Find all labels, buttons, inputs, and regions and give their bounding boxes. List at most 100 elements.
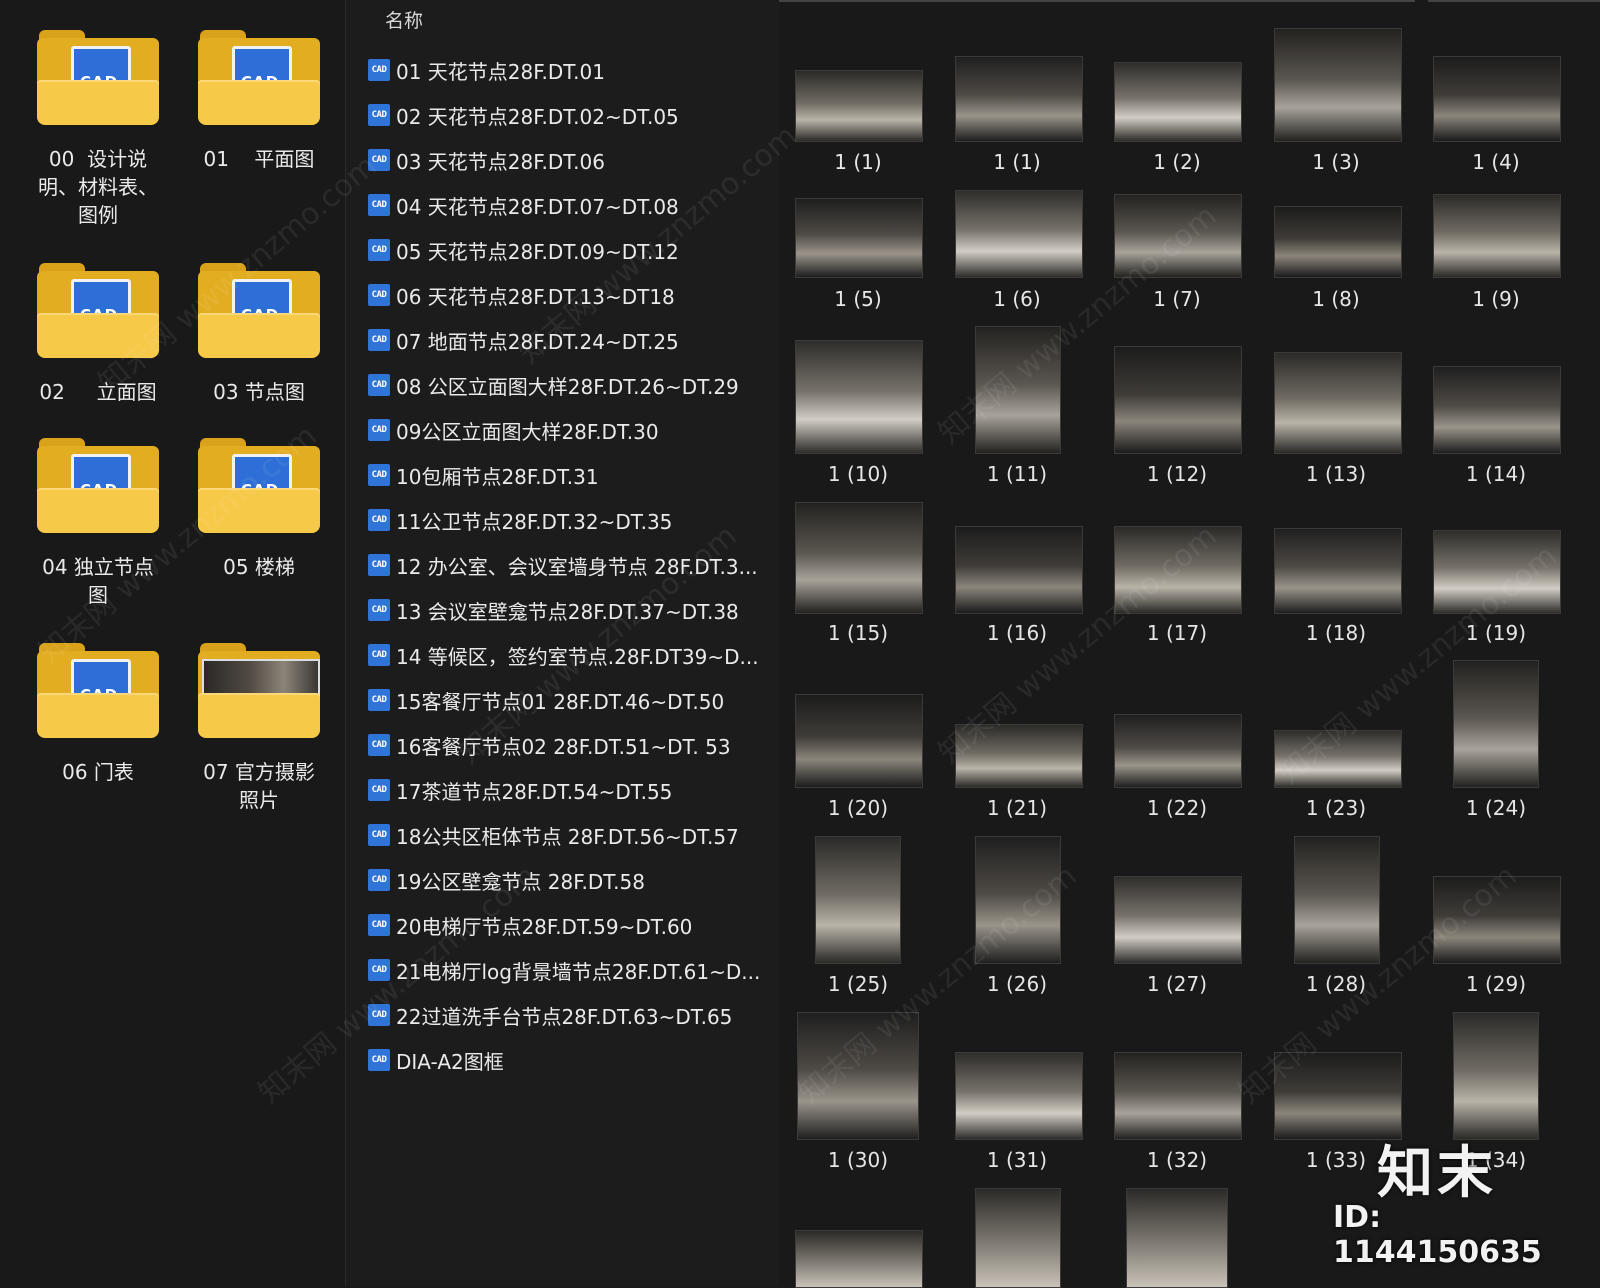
- file-row[interactable]: CAD 15客餐厅节点01 28F.DT.46~DT.50: [368, 680, 773, 720]
- cad-file-icon: CAD: [368, 689, 390, 711]
- file-row[interactable]: CAD 07 地面节点28F.DT.24~DT.25: [368, 320, 773, 360]
- folder-label: 07 官方摄影 照片: [203, 760, 315, 812]
- file-row[interactable]: CAD 06 天花节点28F.DT.13~DT18: [368, 275, 773, 315]
- folder-item[interactable]: CAD 00 设计说 明、材料表、 图例: [23, 30, 173, 229]
- interior-render-image: [795, 70, 923, 142]
- folder-item[interactable]: CAD 01 平面图: [184, 30, 334, 173]
- folder-item[interactable]: 07 官方摄影 照片: [184, 643, 334, 814]
- file-row[interactable]: CAD 20电梯厅节点28F.DT.59~DT.60: [368, 905, 773, 945]
- file-row[interactable]: CAD 13 会议室壁龛节点28F.DT.37~DT.38: [368, 590, 773, 630]
- thumbnail-label: 1 (21): [986, 796, 1048, 820]
- cad-badge-text: CAD: [371, 515, 387, 525]
- cad-file-icon: CAD: [368, 644, 390, 666]
- cad-badge-text: CAD: [371, 875, 387, 885]
- interior-render-image: [1114, 714, 1242, 788]
- cad-badge-text: CAD: [371, 650, 387, 660]
- file-row[interactable]: CAD 09公区立面图大样28F.DT.30: [368, 410, 773, 450]
- thumbnail-label: 1 (10): [827, 462, 889, 486]
- file-row[interactable]: CAD 18公共区柜体节点 28F.DT.56~DT.57: [368, 815, 773, 855]
- file-name: 16客餐厅节点02 28F.DT.51~DT. 53: [396, 734, 731, 759]
- folder-item[interactable]: CAD 05 楼梯: [184, 438, 334, 581]
- thumbnail-label: 1 (5): [834, 287, 882, 311]
- interior-render-image: [795, 694, 923, 788]
- divider: [779, 0, 1415, 2]
- file-row[interactable]: CAD 10包厢节点28F.DT.31: [368, 455, 773, 495]
- file-name: 06 天花节点28F.DT.13~DT18: [396, 284, 675, 309]
- image-id-label: ID: 1144150635: [1333, 1200, 1542, 1270]
- file-name: DIA-A2图框: [396, 1049, 504, 1074]
- cad-badge-text: CAD: [371, 965, 387, 975]
- interior-render-image: [797, 1012, 919, 1140]
- column-header-name[interactable]: 名称: [385, 6, 423, 33]
- thumbnail-label: 1 (32): [1146, 1148, 1208, 1172]
- thumbnail-label: 1 (31): [986, 1148, 1048, 1172]
- file-row[interactable]: CAD 11公卫节点28F.DT.32~DT.35: [368, 500, 773, 540]
- interior-render-image[interactable]: [975, 1188, 1061, 1288]
- file-row[interactable]: CAD DIA-A2图框: [368, 1040, 773, 1080]
- cad-file-icon: CAD: [368, 869, 390, 891]
- file-name: 13 会议室壁龛节点28F.DT.37~DT.38: [396, 599, 739, 624]
- interior-render-image[interactable]: [1126, 1188, 1228, 1288]
- cad-file-icon: CAD: [368, 194, 390, 216]
- folder-item[interactable]: CAD 03 节点图: [184, 263, 334, 406]
- cad-file-icon: CAD: [368, 59, 390, 81]
- thumbnail-label: 1 (2): [1153, 150, 1201, 174]
- interior-render-image: [1274, 28, 1402, 142]
- cad-badge-text: CAD: [371, 335, 387, 345]
- thumbnail-label: 1 (29): [1465, 972, 1527, 996]
- interior-render-image: [815, 836, 901, 964]
- file-row[interactable]: CAD 08 公区立面图大样28F.DT.26~DT.29: [368, 365, 773, 405]
- file-row[interactable]: CAD 03 天花节点28F.DT.06: [368, 140, 773, 180]
- interior-render-image[interactable]: [795, 1230, 923, 1288]
- cad-file-icon: CAD: [368, 914, 390, 936]
- interior-render-image: [955, 724, 1083, 788]
- thumbnail-label: 1 (25): [827, 972, 889, 996]
- folder-label: 03 节点图: [213, 380, 305, 404]
- interior-render-image: [1433, 530, 1561, 614]
- interior-render-image: [1294, 836, 1380, 964]
- file-name: 04 天花节点28F.DT.07~DT.08: [396, 194, 679, 219]
- thumbnail-label: 1 (24): [1465, 796, 1527, 820]
- thumbnail-label: 1 (19): [1465, 621, 1527, 645]
- file-row[interactable]: CAD 16客餐厅节点02 28F.DT.51~DT. 53: [368, 725, 773, 765]
- file-name: 02 天花节点28F.DT.02~DT.05: [396, 104, 679, 129]
- interior-render-image: [795, 340, 923, 454]
- thumbnail-label: 1 (8): [1312, 287, 1360, 311]
- file-row[interactable]: CAD 01 天花节点28F.DT.01: [368, 50, 773, 90]
- interior-render-image: [1433, 366, 1561, 454]
- file-row[interactable]: CAD 05 天花节点28F.DT.09~DT.12: [368, 230, 773, 270]
- site-logo: 知末: [1377, 1140, 1497, 1206]
- cad-badge-text: CAD: [371, 110, 387, 120]
- file-name: 07 地面节点28F.DT.24~DT.25: [396, 329, 679, 354]
- folder-label: 05 楼梯: [223, 555, 295, 579]
- cad-file-icon: CAD: [368, 419, 390, 441]
- file-row[interactable]: CAD 02 天花节点28F.DT.02~DT.05: [368, 95, 773, 135]
- folder-item[interactable]: CAD 02 立面图: [23, 263, 173, 406]
- thumbnail-label: 1 (1): [993, 150, 1041, 174]
- interior-render-image: [1433, 194, 1561, 278]
- cad-badge-text: CAD: [371, 740, 387, 750]
- thumbnail-label: 1 (23): [1305, 796, 1367, 820]
- interior-render-image: [1114, 1052, 1242, 1140]
- file-row[interactable]: CAD 21电梯厅log背景墙节点28F.DT.61~D...: [368, 950, 773, 990]
- thumbnail-label: 1 (26): [986, 972, 1048, 996]
- folder-cad-icon: CAD: [37, 438, 159, 533]
- file-name: 11公卫节点28F.DT.32~DT.35: [396, 509, 673, 534]
- folder-photo-icon: [198, 643, 320, 738]
- file-row[interactable]: CAD 22过道洗手台节点28F.DT.63~DT.65: [368, 995, 773, 1035]
- folder-item[interactable]: CAD 06 门表: [23, 643, 173, 786]
- file-row[interactable]: CAD 12 办公室、会议室墙身节点 28F.DT.3...: [368, 545, 773, 585]
- file-name: 22过道洗手台节点28F.DT.63~DT.65: [396, 1004, 733, 1029]
- cad-badge-text: CAD: [371, 380, 387, 390]
- cad-file-icon: CAD: [368, 329, 390, 351]
- thumbnail-label: 1 (15): [827, 621, 889, 645]
- file-row[interactable]: CAD 17茶道节点28F.DT.54~DT.55: [368, 770, 773, 810]
- file-row[interactable]: CAD 14 等候区，签约室节点.28F.DT39~D...: [368, 635, 773, 675]
- file-row[interactable]: CAD 04 天花节点28F.DT.07~DT.08: [368, 185, 773, 225]
- thumbnail-label: 1 (22): [1146, 796, 1208, 820]
- cad-file-icon: CAD: [368, 734, 390, 756]
- folder-cad-icon: CAD: [37, 263, 159, 358]
- file-name: 05 天花节点28F.DT.09~DT.12: [396, 239, 679, 264]
- folder-item[interactable]: CAD 04 独立节点 图: [23, 438, 173, 609]
- file-row[interactable]: CAD 19公区壁龛节点 28F.DT.58: [368, 860, 773, 900]
